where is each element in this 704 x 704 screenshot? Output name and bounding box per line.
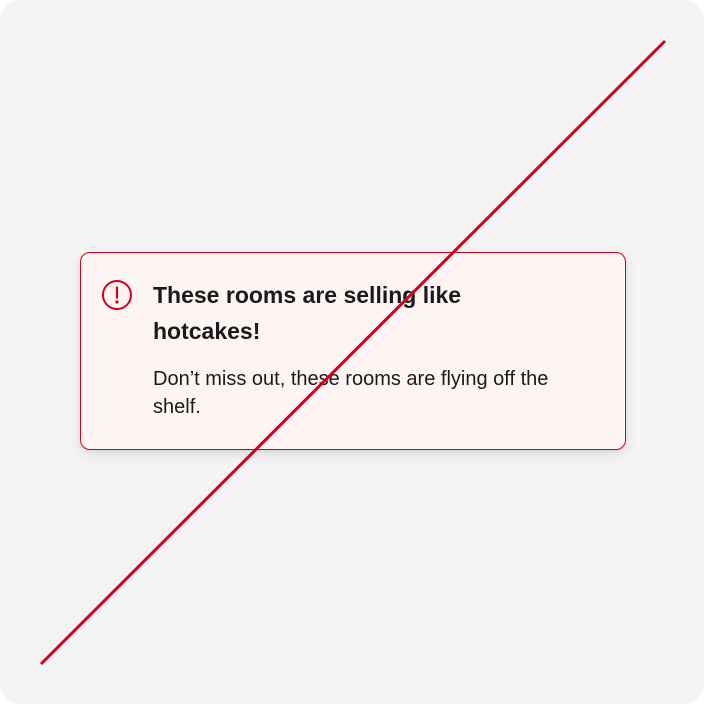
alert-title: These rooms are selling like hotcakes! <box>153 282 462 344</box>
alert-message: Don’t miss out, these rooms are flying o… <box>153 368 549 418</box>
alert-banner: These rooms are selling like hotcakes! D… <box>80 252 626 450</box>
exclamation-circle-icon <box>102 280 132 310</box>
page-canvas: These rooms are selling like hotcakes! D… <box>0 0 704 704</box>
